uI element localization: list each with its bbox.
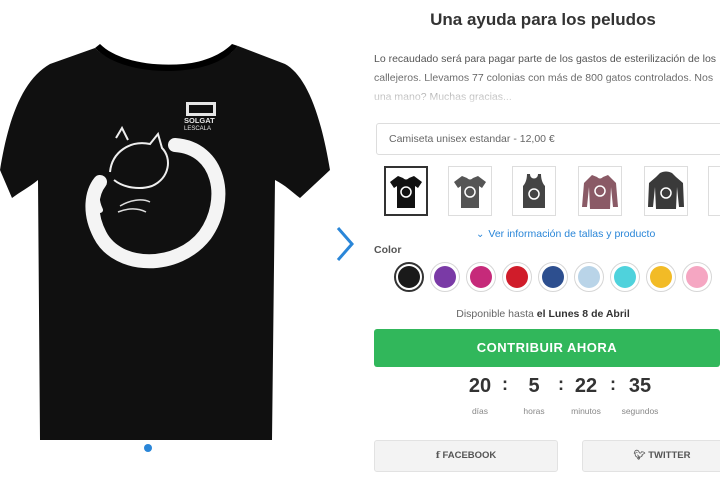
- hoodie-icon: [648, 171, 684, 209]
- variant-select[interactable]: Camiseta unisex estandar - 12,00 €: [376, 123, 720, 155]
- countdown-minutes-value: 22: [574, 375, 598, 397]
- description-line: callejeros. Llevamos 77 colonias con más…: [374, 72, 714, 84]
- swatch-fill: [434, 266, 456, 288]
- color-swatch[interactable]: [574, 262, 604, 292]
- logo-text-line-1: SOLGAT: [184, 116, 215, 125]
- availability-prefix: Disponible hasta: [456, 308, 537, 320]
- color-swatch[interactable]: [538, 262, 568, 292]
- facebook-share-label: FACEBOOK: [442, 450, 497, 461]
- chevron-right-icon: [336, 227, 354, 261]
- countdown-hours: 5 horas: [514, 374, 554, 416]
- tshirt-illustration: [0, 44, 330, 440]
- swatch-fill: [542, 266, 564, 288]
- color-label: Color: [374, 244, 402, 256]
- facebook-share-button[interactable]: f FACEBOOK: [374, 440, 558, 472]
- black-tshirt-icon: [390, 176, 422, 208]
- swatch-fill: [614, 266, 636, 288]
- availability-date: el Lunes 8 de Abril: [536, 308, 630, 320]
- color-swatch[interactable]: [466, 262, 496, 292]
- style-thumb-partial[interactable]: [708, 166, 720, 216]
- countdown-seconds-value: 35: [628, 375, 652, 397]
- twitter-icon: 🐦︎: [633, 450, 646, 461]
- logo-text: SOLGAT LESCALA: [184, 116, 232, 134]
- color-swatch[interactable]: [682, 262, 712, 292]
- swatch-fill: [650, 266, 672, 288]
- style-thumb-hoodie[interactable]: [644, 166, 688, 216]
- countdown-hours-label: horas: [523, 406, 545, 416]
- style-thumb-black-tshirt[interactable]: [384, 166, 428, 216]
- twitter-share-button[interactable]: 🐦︎ TWITTER: [582, 440, 720, 472]
- product-gallery: SOLGAT LESCALA: [0, 0, 360, 480]
- style-thumb-long-sleeve[interactable]: [578, 166, 622, 216]
- style-thumb-tank-top[interactable]: [512, 166, 556, 216]
- countdown-timer: 20 días : 5 horas : 22 minutos : 35 segu…: [460, 374, 680, 420]
- color-swatch[interactable]: [502, 262, 532, 292]
- carousel-indicator-dot[interactable]: [144, 444, 152, 452]
- countdown-hours-value: 5: [528, 375, 540, 397]
- partial-shirt-icon: [713, 171, 720, 211]
- style-thumbnails: [382, 166, 720, 218]
- product-image: [0, 20, 340, 450]
- product-panel: Una ayuda para los peludos Lo recaudado …: [366, 0, 720, 480]
- availability-text: Disponible hasta el Lunes 8 de Abril: [366, 308, 720, 320]
- gray-tshirt-icon: [454, 176, 486, 208]
- color-swatch[interactable]: [430, 262, 460, 292]
- countdown-days-value: 20: [468, 375, 492, 397]
- tank-top-icon: [523, 174, 545, 208]
- color-swatch[interactable]: [610, 262, 640, 292]
- color-swatches: [392, 262, 720, 294]
- style-thumb-gray-tshirt[interactable]: [448, 166, 492, 216]
- countdown-days-label: días: [471, 406, 489, 416]
- color-swatch[interactable]: [646, 262, 676, 292]
- swatch-fill: [686, 266, 708, 288]
- product-description: Lo recaudado será para pagar parte de lo…: [374, 50, 720, 107]
- countdown-separator: :: [558, 374, 564, 394]
- countdown-days: 20 días: [460, 374, 500, 416]
- description-line: Lo recaudado será para pagar parte de lo…: [374, 53, 717, 65]
- countdown-seconds-label: segundos: [621, 406, 659, 416]
- chevron-down-icon: ⌄: [476, 229, 485, 240]
- facebook-icon: f: [435, 450, 440, 461]
- swatch-fill: [578, 266, 600, 288]
- product-title: Una ayuda para los peludos: [430, 10, 656, 29]
- size-info-link-label: Ver información de tallas y producto: [488, 228, 656, 240]
- twitter-share-label: TWITTER: [648, 450, 691, 461]
- description-line: una mano? Muchas gracias...: [374, 91, 512, 103]
- countdown-minutes: 22 minutos: [566, 374, 606, 416]
- countdown-minutes-label: minutos: [571, 406, 601, 416]
- countdown-seconds: 35 segundos: [620, 374, 660, 416]
- swatch-fill: [398, 266, 420, 288]
- swatch-fill: [470, 266, 492, 288]
- size-info-link[interactable]: ⌄ Ver información de tallas y producto: [476, 228, 655, 240]
- swatch-fill: [506, 266, 528, 288]
- logo-text-line-2: LESCALA: [184, 126, 212, 132]
- color-swatch[interactable]: [394, 262, 424, 292]
- countdown-separator: :: [610, 374, 616, 394]
- next-image-arrow[interactable]: [330, 222, 360, 266]
- countdown-separator: :: [502, 374, 508, 394]
- long-sleeve-icon: [582, 175, 618, 209]
- contribute-button[interactable]: CONTRIBUIR AHORA: [374, 329, 720, 367]
